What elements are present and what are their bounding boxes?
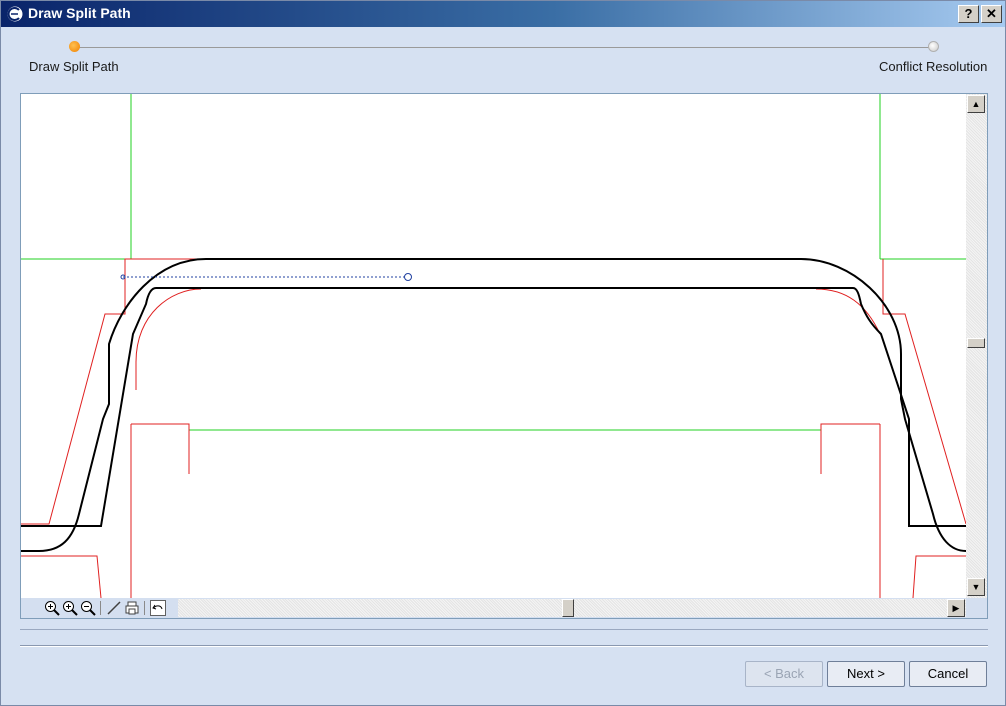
back-button[interactable]: < Back	[745, 661, 823, 687]
step-pending-indicator	[928, 41, 939, 52]
next-button[interactable]: Next >	[827, 661, 905, 687]
vertical-scroll-thumb[interactable]	[967, 338, 985, 348]
scroll-up-icon[interactable]: ▲	[967, 95, 985, 113]
drawing-canvas[interactable]	[21, 94, 966, 598]
print-preview-icon[interactable]	[123, 600, 140, 616]
canvas-toolbar: ◀ ▶	[21, 598, 987, 618]
scroll-down-icon[interactable]: ▼	[967, 578, 985, 596]
step-label-conflict-resolution: Conflict Resolution	[879, 59, 988, 74]
divider	[20, 629, 988, 630]
drawing-panel: ▲ ▼ ◀	[20, 93, 988, 619]
app-icon	[6, 5, 24, 23]
zoom-out-icon[interactable]	[79, 600, 96, 616]
scroll-right-icon[interactable]: ▶	[947, 599, 965, 617]
title-bar[interactable]: Draw Split Path ? ✕	[1, 1, 1005, 27]
step-current-indicator	[69, 41, 80, 52]
step-label-draw-split-path: Draw Split Path	[29, 59, 119, 74]
zoom-in-icon[interactable]	[61, 600, 78, 616]
draw-line-icon[interactable]	[105, 600, 122, 616]
construction-guide	[120, 273, 412, 281]
toolbar-separator	[144, 601, 145, 615]
part-drawing	[21, 94, 966, 598]
close-button[interactable]: ✕	[981, 5, 1002, 23]
progress-track	[75, 47, 931, 48]
help-button[interactable]: ?	[958, 5, 979, 23]
wizard-progress: Draw Split Path Conflict Resolution	[1, 27, 1005, 87]
window-title: Draw Split Path	[28, 5, 131, 21]
toolbar-separator	[100, 601, 101, 615]
divider-highlight	[20, 646, 988, 647]
vertical-scrollbar[interactable]: ▲ ▼	[966, 94, 987, 598]
horizontal-scroll-thumb[interactable]	[562, 599, 574, 617]
cancel-button[interactable]: Cancel	[909, 661, 987, 687]
zoom-fit-icon[interactable]	[43, 600, 60, 616]
undo-icon[interactable]	[149, 600, 166, 616]
red-outline	[21, 258, 966, 598]
dialog-window: Draw Split Path ? ✕ Draw Split Path Conf…	[0, 0, 1006, 706]
horizontal-scrollbar[interactable]	[178, 599, 966, 617]
